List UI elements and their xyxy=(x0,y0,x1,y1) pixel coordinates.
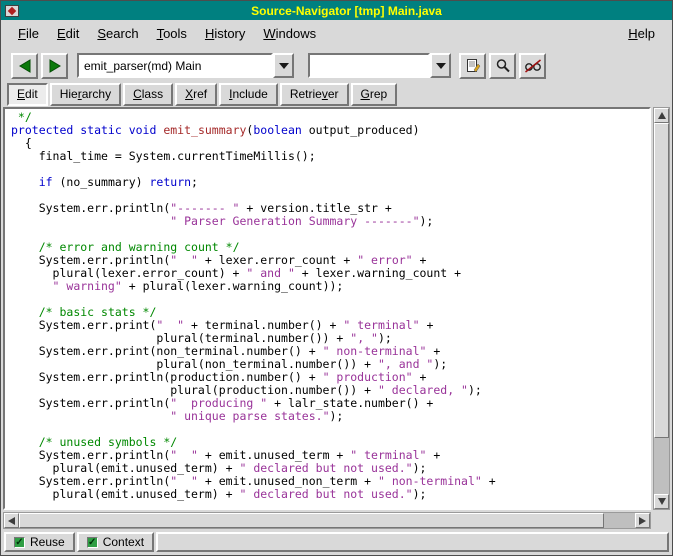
code-line: plural(emit.unused_term) + " declared bu… xyxy=(11,488,649,501)
search-combo xyxy=(308,53,451,78)
code-line: final_time = System.currentTimeMillis(); xyxy=(11,150,649,163)
context-label: Context xyxy=(103,535,144,549)
context-toggle[interactable]: ✓ Context xyxy=(77,532,154,552)
tab-edit[interactable]: Edit xyxy=(7,83,48,106)
menu-item-edit[interactable]: Edit xyxy=(48,21,88,46)
retriever-button[interactable] xyxy=(519,53,546,79)
reuse-checkbox-icon[interactable]: ✓ xyxy=(14,537,25,548)
tab-include[interactable]: Include xyxy=(219,83,278,106)
menu-item-help[interactable]: Help xyxy=(619,21,664,46)
code-area: */protected static void emit_summary(boo… xyxy=(11,111,649,501)
code-line: if (no_summary) return; xyxy=(11,176,649,189)
vertical-scroll-trough[interactable] xyxy=(654,123,669,494)
horizontal-scrollbar[interactable] xyxy=(3,512,651,529)
titlebar[interactable]: Source-Navigator [tmp] Main.java xyxy=(1,1,672,20)
search-combo-dropdown-button[interactable] xyxy=(430,53,451,78)
back-arrow-icon xyxy=(16,58,34,74)
chevron-down-icon xyxy=(279,63,289,69)
search-icon xyxy=(495,58,511,74)
tab-retriever[interactable]: Retriever xyxy=(280,83,349,106)
window-title: Source-Navigator [tmp] Main.java xyxy=(25,4,668,18)
horizontal-scroll-row xyxy=(1,512,672,529)
scrollbar-corner xyxy=(651,512,670,529)
triangle-left-icon xyxy=(8,517,15,525)
reuse-label: Reuse xyxy=(30,535,65,549)
status-message-area xyxy=(156,532,669,552)
tab-grep[interactable]: Grep xyxy=(351,83,398,106)
scroll-right-button[interactable] xyxy=(635,513,650,528)
menu-right-group: Help xyxy=(619,21,664,46)
code-line: protected static void emit_summary(boole… xyxy=(11,124,649,137)
scroll-down-button[interactable] xyxy=(654,494,669,509)
triangle-up-icon xyxy=(658,112,666,119)
code-editor[interactable]: */protected static void emit_summary(boo… xyxy=(3,107,651,510)
symbol-combo-dropdown-button[interactable] xyxy=(273,53,294,78)
scroll-up-button[interactable] xyxy=(654,108,669,123)
scroll-left-button[interactable] xyxy=(4,513,19,528)
context-checkbox-icon[interactable]: ✓ xyxy=(87,537,98,548)
window-menu-icon[interactable] xyxy=(5,5,19,17)
search-combo-value[interactable] xyxy=(308,53,430,78)
find-button[interactable] xyxy=(489,53,516,79)
tab-class[interactable]: Class xyxy=(123,83,173,106)
forward-arrow-icon xyxy=(46,58,64,74)
forward-button[interactable] xyxy=(41,53,68,79)
code-line: " Parser Generation Summary -------"); xyxy=(11,215,649,228)
menubar: FileEditSearchToolsHistoryWindows Help xyxy=(1,20,672,47)
menu-left-group: FileEditSearchToolsHistoryWindows xyxy=(9,21,325,46)
chevron-down-icon xyxy=(436,63,446,69)
menu-item-history[interactable]: History xyxy=(196,21,254,46)
vertical-scroll-thumb[interactable] xyxy=(654,123,669,438)
triangle-down-icon xyxy=(658,498,666,505)
menu-item-windows[interactable]: Windows xyxy=(254,21,325,46)
tab-hierarchy[interactable]: Hierarchy xyxy=(50,83,121,106)
toolbar: emit_parser(md) Main xyxy=(1,47,672,84)
triangle-right-icon xyxy=(639,517,646,525)
symbol-combo: emit_parser(md) Main xyxy=(77,53,294,78)
symbol-combo-value[interactable]: emit_parser(md) Main xyxy=(77,53,273,78)
reuse-toggle[interactable]: ✓ Reuse xyxy=(4,532,75,552)
menu-item-search[interactable]: Search xyxy=(88,21,147,46)
code-line: " unique parse states."); xyxy=(11,410,649,423)
open-editor-button[interactable] xyxy=(459,53,486,79)
horizontal-scroll-trough[interactable] xyxy=(19,513,635,528)
vertical-scrollbar[interactable] xyxy=(653,107,670,510)
statusbar: ✓ Reuse ✓ Context xyxy=(1,529,672,555)
horizontal-scroll-thumb[interactable] xyxy=(19,513,604,528)
document-edit-icon xyxy=(465,58,481,74)
tab-xref[interactable]: Xref xyxy=(175,83,217,106)
menu-item-file[interactable]: File xyxy=(9,21,48,46)
menu-item-tools[interactable]: Tools xyxy=(148,21,196,46)
back-button[interactable] xyxy=(11,53,38,79)
glasses-slash-icon xyxy=(524,58,542,74)
editor-region: */protected static void emit_summary(boo… xyxy=(1,107,672,510)
app-window: Source-Navigator [tmp] Main.java FileEdi… xyxy=(0,0,673,556)
view-tabbar: EditHierarchyClassXrefIncludeRetrieverGr… xyxy=(1,84,672,107)
code-line: " warning" + plural(lexer.warning_count)… xyxy=(11,280,649,293)
